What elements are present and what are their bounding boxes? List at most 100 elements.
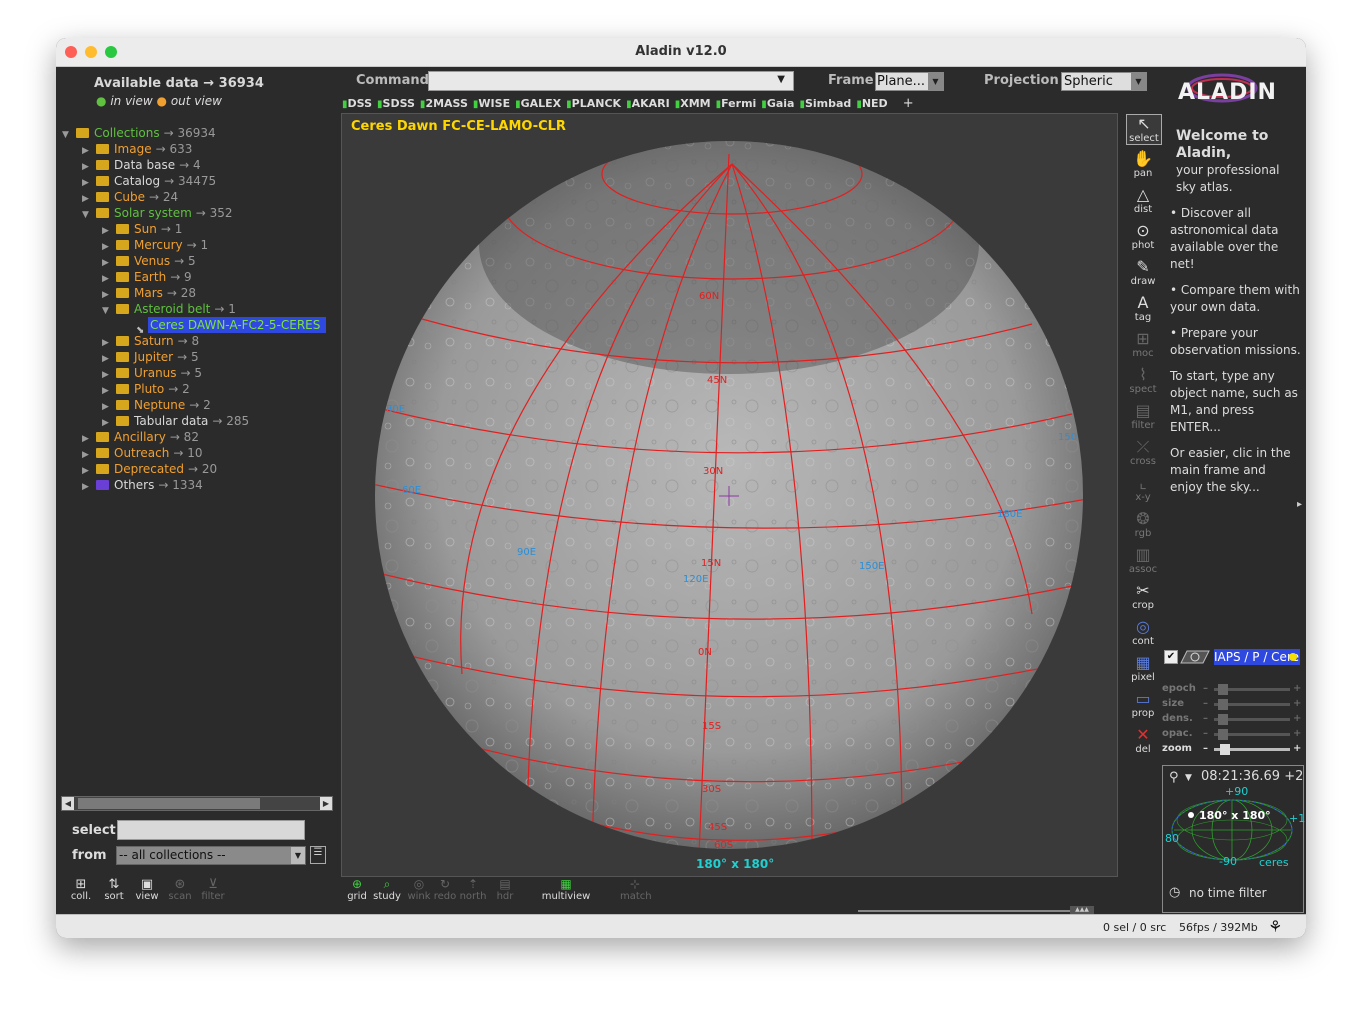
collections-tree[interactable]: ▼ Collections → 36934 ▶ Image → 633 ▶ Data base…: [62, 125, 338, 805]
survey-shortcut[interactable]: ▮PLANCK: [566, 97, 621, 110]
tool-select-button[interactable]: ↖ select: [1126, 114, 1162, 145]
time-filter-label[interactable]: no time filter: [1189, 886, 1267, 900]
slider-thumb[interactable]: [1218, 714, 1228, 725]
tree-item[interactable]: ▶ Image → 633: [82, 141, 192, 157]
bottom-tool-button[interactable]: ▦ multiview: [518, 878, 614, 903]
survey-shortcut[interactable]: ▮DSS: [342, 97, 372, 110]
tree-item-label[interactable]: Ceres DAWN-A-FC2-5-CERES: [148, 317, 326, 333]
tree-item[interactable]: ▶ Cube → 24: [82, 189, 178, 205]
bottom-tool-button[interactable]: ⌕ study: [372, 878, 402, 903]
tool-assoc-button[interactable]: ▥ assoc: [1126, 546, 1160, 576]
bottom-tool-button[interactable]: ⊹ match: [620, 878, 652, 903]
left-tool-button[interactable]: ⊞ coll.: [66, 878, 96, 902]
tree-item[interactable]: ▶ Catalog → 34475: [82, 173, 216, 189]
survey-shortcut[interactable]: ▮XMM: [675, 97, 711, 110]
tool-tag-button[interactable]: Atag: [1126, 294, 1160, 324]
tree-item-label[interactable]: Neptune: [134, 398, 185, 412]
tree-item[interactable]: ▶ Data base → 4: [82, 157, 201, 173]
location-icon[interactable]: ⚲: [1169, 770, 1179, 785]
plus-icon[interactable]: +: [1293, 683, 1301, 694]
tree-item[interactable]: ▼ Collections → 36934: [62, 125, 216, 141]
expanded-triangle-icon[interactable]: ▼: [82, 207, 96, 223]
slider-thumb[interactable]: [1220, 744, 1230, 755]
welcome-more-icon[interactable]: ▸: [1170, 496, 1302, 513]
chevron-down-icon[interactable]: ▼: [928, 73, 943, 90]
expand-handle[interactable]: ▲▲▲: [1070, 906, 1094, 914]
tree-item-label[interactable]: Image: [114, 142, 152, 156]
chevron-down-icon[interactable]: ▼: [777, 74, 785, 85]
tree-item-label[interactable]: Mercury: [134, 238, 183, 252]
tree-item[interactable]: ▶ Mercury → 1: [102, 237, 208, 253]
tool-moc-button[interactable]: ⊞ moc: [1126, 330, 1160, 360]
tree-item[interactable]: ▶ Sun → 1: [102, 221, 182, 237]
bottom-tool-button[interactable]: ⇡ north: [458, 878, 488, 903]
plane-visible-checkbox[interactable]: ✔: [1164, 650, 1178, 664]
tree-item-label[interactable]: Jupiter: [134, 350, 173, 364]
tree-item[interactable]: ▶ Pluto → 2: [102, 381, 190, 397]
expanded-triangle-icon[interactable]: ▼: [102, 303, 116, 319]
survey-shortcut[interactable]: ▮WISE: [473, 97, 510, 110]
survey-shortcut[interactable]: ▮GALEX: [515, 97, 561, 110]
tree-item-label[interactable]: Pluto: [134, 382, 164, 396]
tree-item-label[interactable]: Tabular data: [134, 414, 208, 428]
minimap-panel[interactable]: ⚲ ▼ 08:21:36.69 +2 +90 180° x 180° 80 +1…: [1162, 765, 1305, 913]
projection-select[interactable]: Spheric ▼: [1061, 72, 1147, 91]
plus-icon[interactable]: +: [1293, 743, 1301, 754]
tool-crop-button[interactable]: ✂ crop: [1126, 582, 1160, 612]
left-tool-button[interactable]: ⇅ sort: [99, 878, 129, 902]
tool-phot-button[interactable]: ⊙ phot: [1126, 222, 1160, 252]
scroll-right-icon[interactable]: ▶: [320, 797, 332, 810]
tool-draw-button[interactable]: ✎ draw: [1126, 258, 1160, 288]
tree-item-label[interactable]: Catalog: [114, 174, 160, 188]
survey-shortcut[interactable]: ▮Simbad: [799, 97, 851, 110]
bottom-tool-button[interactable]: ↻ redo: [430, 878, 460, 903]
survey-shortcut[interactable]: ▮Fermi: [716, 97, 757, 110]
bottom-tool-button[interactable]: ▤ hdr: [490, 878, 520, 903]
tree-item-label[interactable]: Collections: [94, 126, 160, 140]
tool-cont-button[interactable]: ◎ cont: [1126, 618, 1160, 648]
tool-del-button[interactable]: ✕ del: [1126, 726, 1160, 756]
tree-item[interactable]: ▶ Tabular data → 285: [102, 413, 249, 429]
minimap-coord[interactable]: 08:21:36.69 +2: [1201, 769, 1303, 784]
tree-item[interactable]: ▼ Asteroid belt → 1: [102, 301, 236, 317]
tree-item-label[interactable]: Sun: [134, 222, 157, 236]
bottom-tool-button[interactable]: ⊕ grid: [342, 878, 372, 903]
minus-icon[interactable]: –: [1203, 743, 1208, 754]
collapsed-triangle-icon[interactable]: ▶: [82, 479, 96, 495]
survey-shortcut[interactable]: ▮Gaia: [761, 97, 794, 110]
tree-item[interactable]: ▶ Neptune → 2: [102, 397, 211, 413]
left-tool-button[interactable]: ▣ view: [132, 878, 162, 902]
telescope-icon[interactable]: ⚘: [1268, 917, 1282, 936]
survey-shortcut[interactable]: ▮SDSS: [377, 97, 415, 110]
tree-item[interactable]: ▶ Venus → 5: [102, 253, 196, 269]
minus-icon[interactable]: –: [1203, 713, 1208, 724]
from-select[interactable]: -- all collections -- ▼: [116, 846, 306, 865]
scroll-left-icon[interactable]: ◀: [62, 797, 74, 810]
plane-label[interactable]: IAPS / P / Cere: [1214, 649, 1300, 665]
tool-pan-button[interactable]: ✋ pan: [1126, 150, 1160, 180]
tool-rgb-button[interactable]: ❂ rgb: [1126, 510, 1160, 540]
tool-x-y-button[interactable]: ⌞ x-y: [1126, 474, 1160, 504]
left-tool-button[interactable]: ⊻ filter: [198, 878, 228, 902]
tool-spect-button[interactable]: ⌇ spect: [1126, 366, 1160, 396]
tree-item-label[interactable]: Mars: [134, 286, 163, 300]
tool-dist-button[interactable]: △ dist: [1126, 186, 1160, 216]
tree-item-label[interactable]: Solar system: [114, 206, 192, 220]
tree-item[interactable]: ▶ Ancillary → 82: [82, 429, 199, 445]
tree-item-label[interactable]: Earth: [134, 270, 166, 284]
tree-item-label[interactable]: Data base: [114, 158, 175, 172]
plus-icon[interactable]: +: [1293, 713, 1301, 724]
tree-item-label[interactable]: Saturn: [134, 334, 174, 348]
tool-pixel-button[interactable]: ▦ pixel: [1126, 654, 1160, 684]
tree-item-label[interactable]: Others: [114, 478, 154, 492]
chevron-down-icon[interactable]: ▼: [1185, 773, 1192, 783]
survey-shortcut[interactable]: ▮NED: [856, 97, 887, 110]
scroll-thumb[interactable]: [78, 798, 260, 809]
tool-filter-button[interactable]: ▤ filter: [1126, 402, 1160, 432]
tree-item-label[interactable]: Ancillary: [114, 430, 166, 444]
command-input[interactable]: ▼: [428, 71, 794, 91]
expanded-triangle-icon[interactable]: ▼: [62, 127, 76, 143]
tree-item[interactable]: ▶ Jupiter → 5: [102, 349, 199, 365]
chevron-down-icon[interactable]: ▼: [1131, 73, 1146, 90]
left-tool-button[interactable]: ⊛ scan: [165, 878, 195, 902]
